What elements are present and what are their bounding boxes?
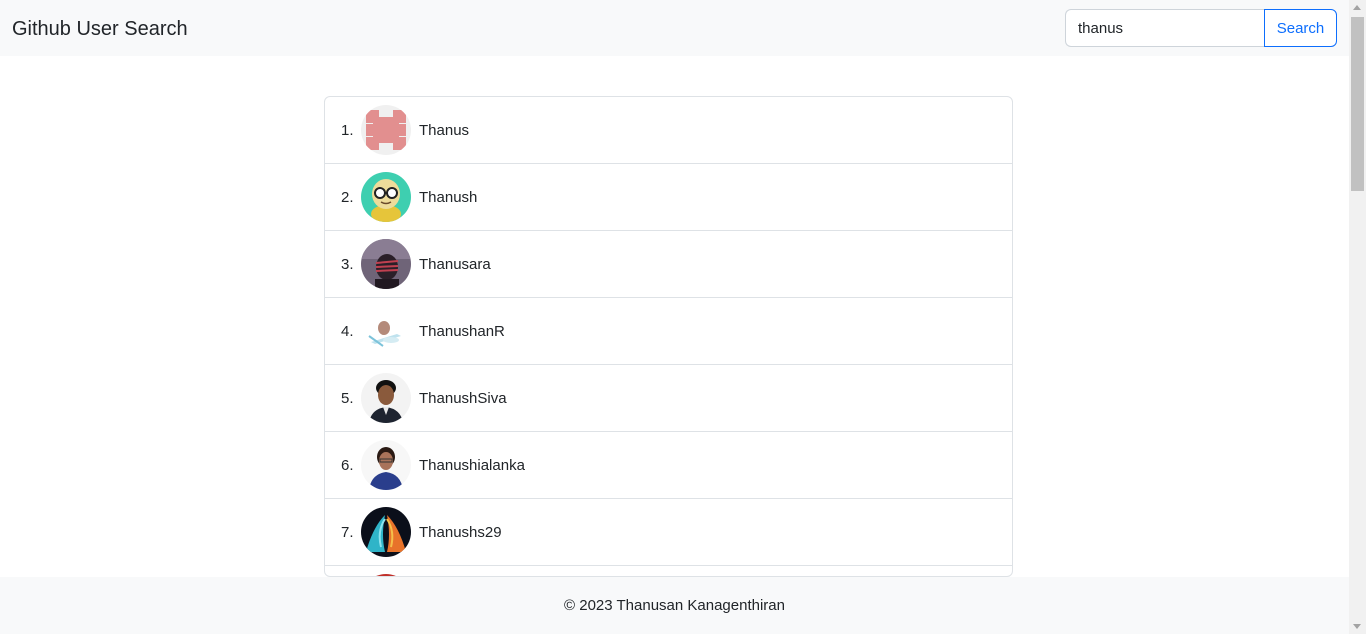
list-item[interactable]: 1. Thanus [325, 97, 1012, 164]
list-item[interactable]: 2. Thanush [325, 164, 1012, 231]
user-results-list: 1. Thanus 2. Thanush 3. Thanusara 4. Tha… [324, 96, 1013, 577]
scrollbar[interactable] [1349, 0, 1366, 634]
footer: © 2023 Thanusan Kanagenthiran [0, 577, 1349, 634]
avatar [361, 172, 411, 222]
user-login[interactable]: Thanusara [419, 255, 491, 275]
list-item[interactable]: 6. Thanushialanka [325, 432, 1012, 499]
avatar [361, 306, 411, 356]
search-button[interactable]: Search [1264, 9, 1337, 47]
user-login[interactable]: Thanushs29 [419, 523, 502, 543]
copyright-text: © 2023 Thanusan Kanagenthiran [564, 597, 785, 614]
list-item[interactable]: 4. ThanushanR [325, 298, 1012, 365]
navbar: Github User Search Search [0, 0, 1349, 56]
list-item-number: 7. [341, 524, 354, 541]
scroll-up-icon[interactable] [1353, 5, 1361, 10]
avatar [361, 440, 411, 490]
list-item[interactable] [325, 566, 1012, 576]
avatar [361, 507, 411, 557]
scroll-down-icon[interactable] [1353, 624, 1361, 629]
list-item[interactable]: 5. ThanushSiva [325, 365, 1012, 432]
list-item-number: 6. [341, 457, 354, 474]
search-input[interactable] [1065, 9, 1265, 47]
list-item-number: 4. [341, 323, 354, 340]
list-item-number: 2. [341, 189, 354, 206]
list-item-number: 5. [341, 390, 354, 407]
list-item-number: 3. [341, 256, 354, 273]
app-title[interactable]: Github User Search [12, 17, 188, 41]
user-login[interactable]: ThanushanR [419, 322, 505, 342]
list-item-number: 1. [341, 122, 354, 139]
avatar [361, 105, 411, 155]
avatar [361, 373, 411, 423]
scrollbar-thumb[interactable] [1351, 17, 1364, 191]
user-login[interactable]: Thanushialanka [419, 456, 525, 476]
avatar [361, 239, 411, 289]
list-item[interactable]: 7. Thanushs29 [325, 499, 1012, 566]
user-login[interactable]: Thanus [419, 121, 469, 141]
user-login[interactable]: ThanushSiva [419, 389, 507, 409]
user-login[interactable]: Thanush [419, 188, 477, 208]
list-item[interactable]: 3. Thanusara [325, 231, 1012, 298]
